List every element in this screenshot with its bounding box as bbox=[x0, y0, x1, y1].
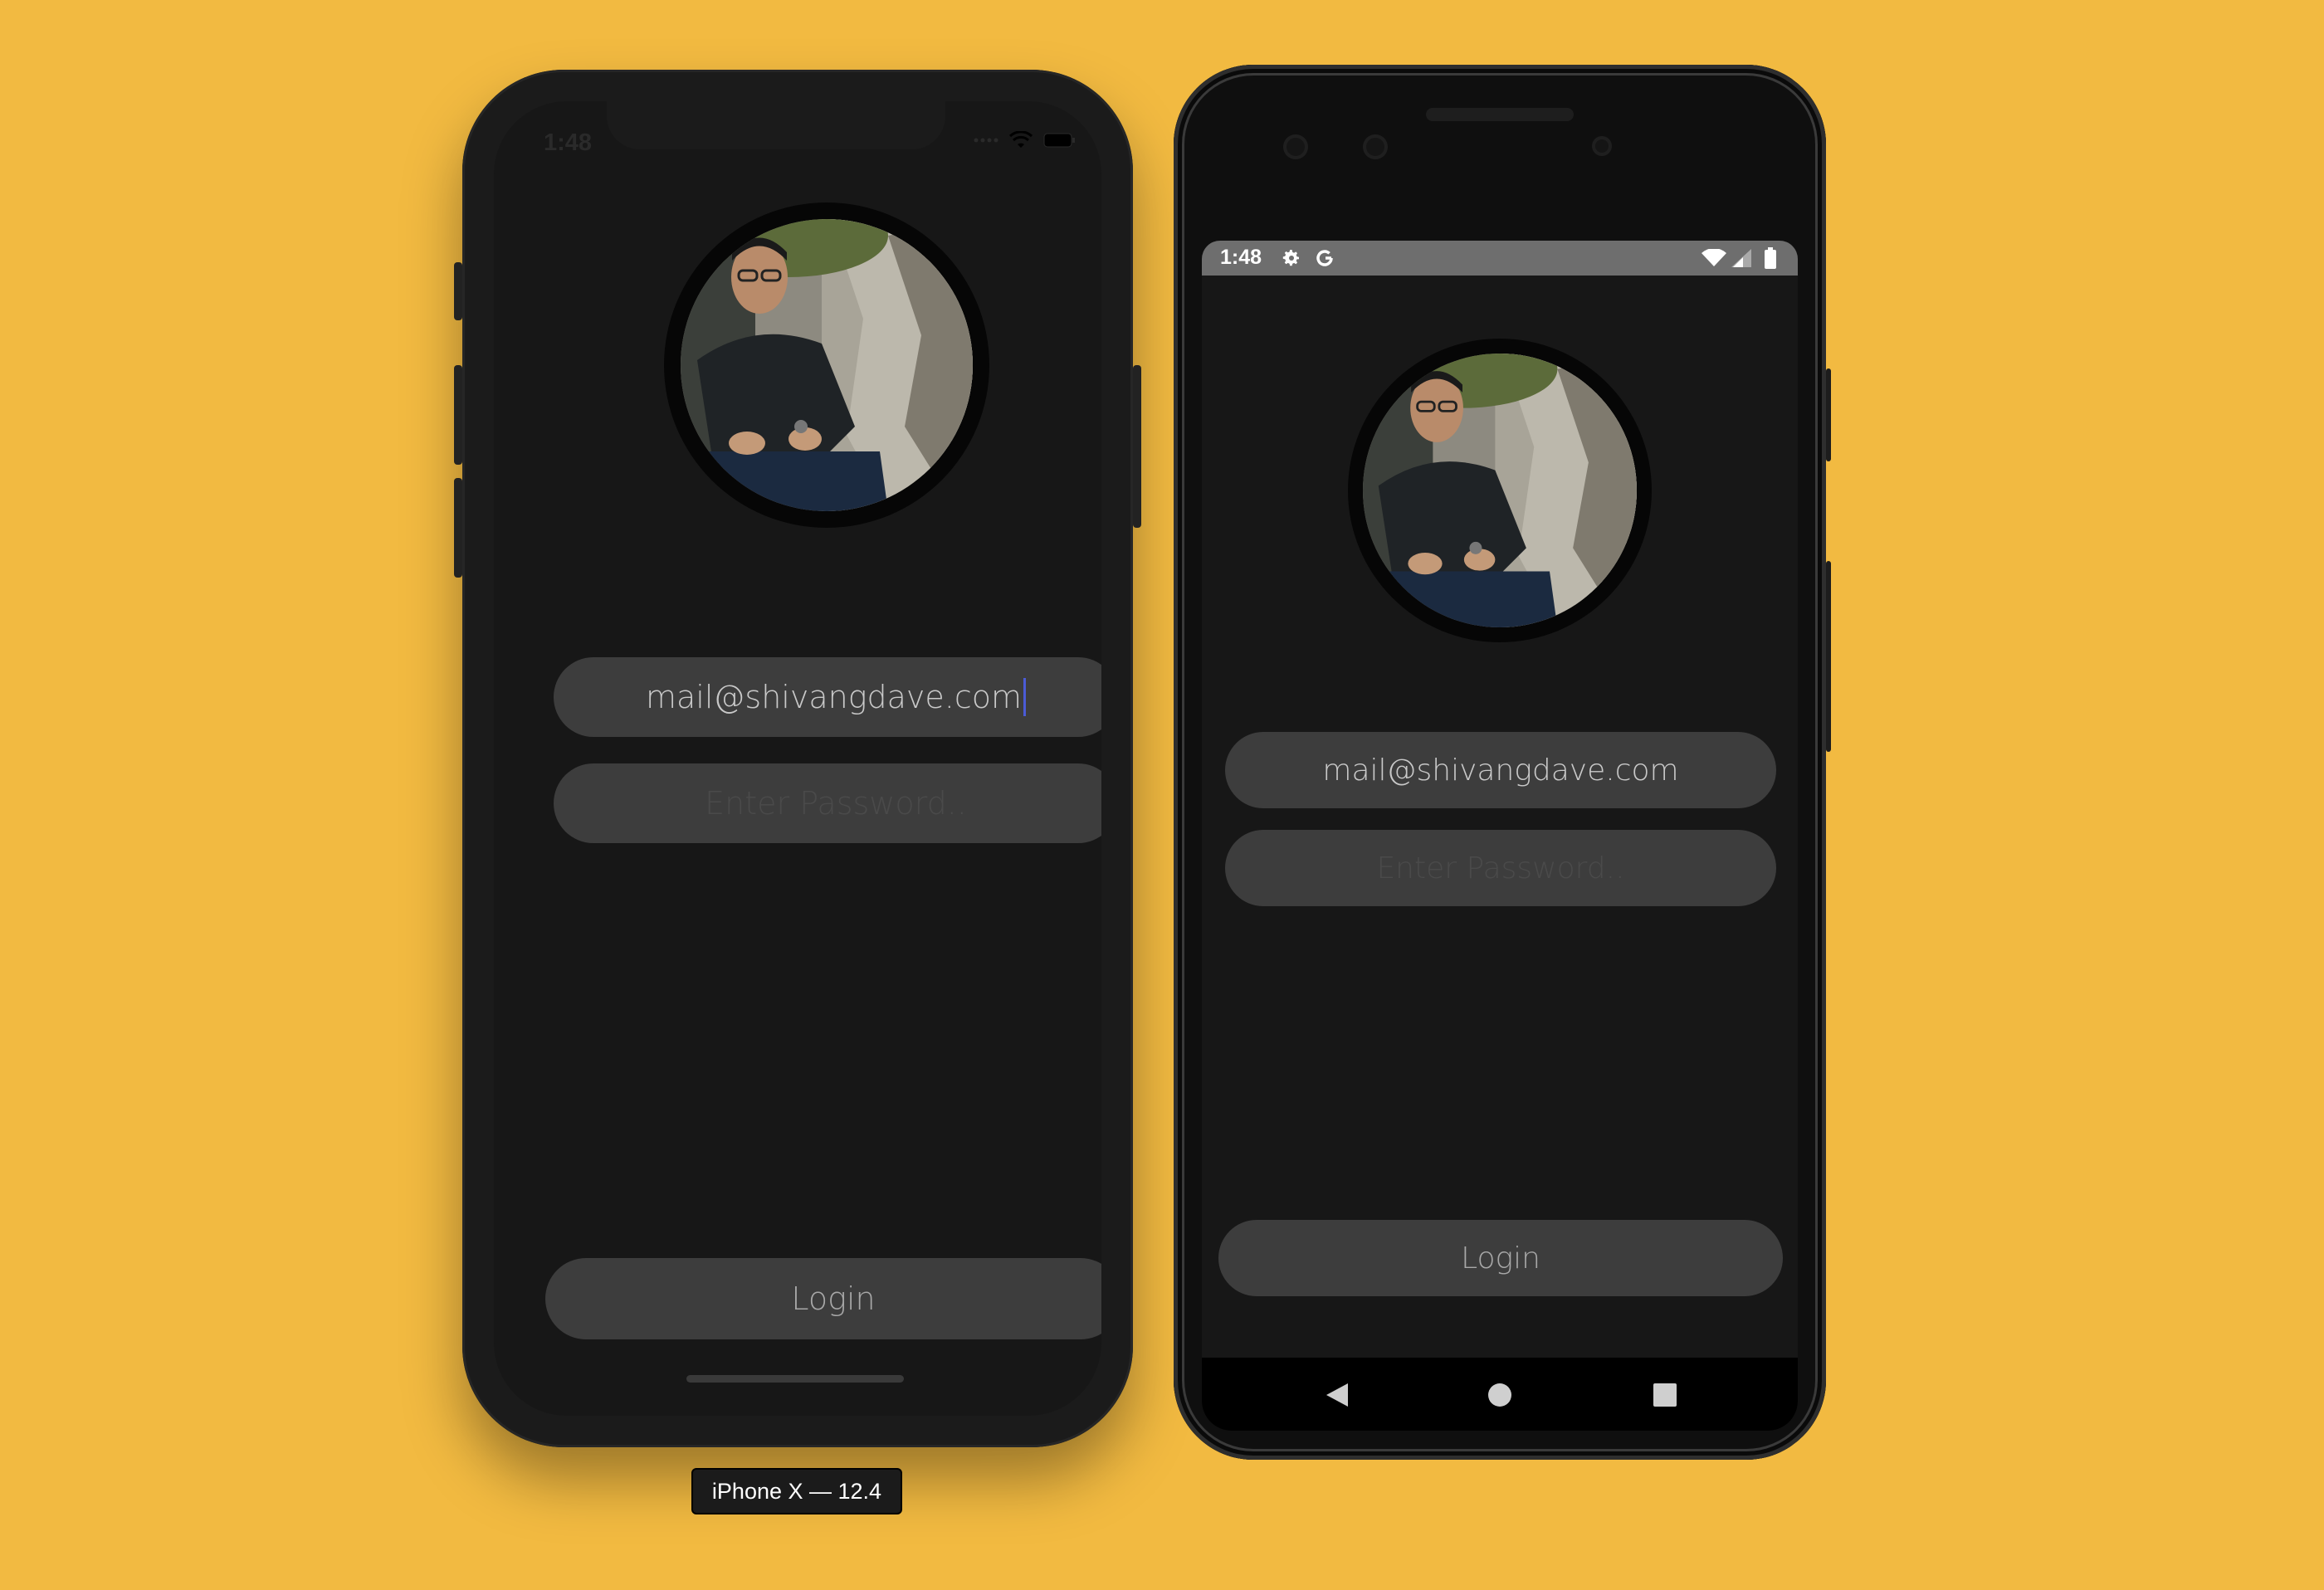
signal-dots-icon bbox=[974, 138, 998, 143]
wifi-icon bbox=[1702, 249, 1726, 266]
front-camera-right bbox=[1363, 134, 1388, 159]
login-label: Login bbox=[1461, 1241, 1540, 1275]
login-label: Login bbox=[791, 1280, 876, 1317]
android-volume-button bbox=[1826, 561, 1831, 752]
notch bbox=[607, 101, 945, 149]
android-status-time: 1:48 bbox=[1220, 246, 1262, 269]
profile-avatar bbox=[664, 202, 989, 528]
ios-status-icons bbox=[974, 131, 1077, 149]
volume-down-button bbox=[454, 478, 462, 578]
android-power-button bbox=[1826, 368, 1831, 461]
silent-switch bbox=[454, 262, 462, 320]
wifi-icon bbox=[1008, 131, 1033, 148]
iphone-x-device: 1:48 mail@shivangdave.com Enter Password… bbox=[454, 70, 1141, 1447]
settings-gear-icon bbox=[1282, 250, 1299, 266]
password-input[interactable]: Enter Password.. bbox=[554, 763, 1101, 843]
back-icon[interactable] bbox=[1325, 1383, 1350, 1407]
android-screen: 1:48 mail@shivangdave.com Enter Password… bbox=[1202, 241, 1798, 1431]
proximity-sensor bbox=[1592, 136, 1612, 156]
login-button[interactable]: Login bbox=[545, 1258, 1101, 1339]
email-input[interactable]: mail@shivangdave.com bbox=[554, 657, 1101, 737]
simulator-device-label: iPhone X — 12.4 bbox=[691, 1468, 902, 1514]
signal-icon bbox=[1731, 249, 1751, 267]
email-value: mail@shivangdave.com bbox=[645, 679, 1023, 715]
top-speaker bbox=[1426, 108, 1574, 121]
battery-icon bbox=[1043, 133, 1075, 148]
ios-status-time: 1:48 bbox=[544, 129, 593, 156]
password-input[interactable]: Enter Password.. bbox=[1225, 830, 1776, 906]
google-g-icon bbox=[1316, 250, 1333, 266]
android-status-bar: 1:48 bbox=[1202, 241, 1798, 276]
password-placeholder: Enter Password.. bbox=[705, 785, 967, 822]
profile-avatar bbox=[1348, 339, 1652, 642]
power-button bbox=[1133, 365, 1141, 528]
email-input[interactable]: mail@shivangdave.com bbox=[1225, 732, 1776, 808]
recents-icon[interactable] bbox=[1653, 1383, 1677, 1407]
front-camera-left bbox=[1283, 134, 1308, 159]
login-button[interactable]: Login bbox=[1218, 1220, 1783, 1296]
home-indicator[interactable] bbox=[686, 1375, 904, 1383]
email-value: mail@shivangdave.com bbox=[1322, 753, 1679, 788]
text-caret bbox=[1023, 678, 1027, 716]
password-placeholder: Enter Password.. bbox=[1376, 851, 1625, 885]
battery-icon bbox=[1765, 247, 1776, 269]
android-device: 1:48 mail@shivangdave.com Enter Password… bbox=[1174, 65, 1831, 1460]
home-icon[interactable] bbox=[1487, 1383, 1512, 1407]
ios-screen: 1:48 mail@shivangdave.com Enter Password… bbox=[494, 101, 1101, 1416]
volume-up-button bbox=[454, 365, 462, 465]
android-nav-bar bbox=[1202, 1358, 1798, 1431]
